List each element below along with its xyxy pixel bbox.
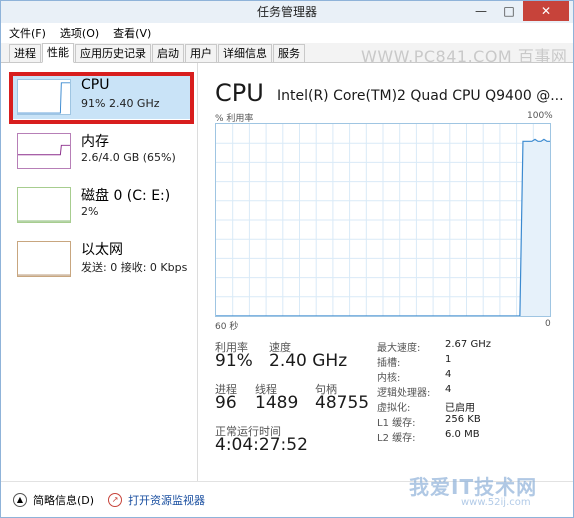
watermark-bottom-right: 我爱IT技术网 <box>409 475 538 499</box>
cpu-heading: CPU <box>215 79 264 107</box>
cpu-detail-panel: CPU Intel(R) Core(TM)2 Quad CPU Q9400 @.… <box>199 63 573 481</box>
spec-value: 6.0 MB <box>445 429 480 440</box>
minimize-button[interactable]: — <box>467 1 495 21</box>
spec-value: 已启用 <box>445 403 475 414</box>
tab-startup[interactable]: 启动 <box>152 44 184 62</box>
spec-label: 最大速度: <box>377 343 421 354</box>
spec-label: L1 缓存: <box>377 418 416 429</box>
menu-bar: 文件(F) 选项(O) 查看(V) <box>1 23 573 43</box>
utilization-value: 91% <box>215 351 253 371</box>
maximize-button[interactable]: □ <box>495 1 523 21</box>
fewer-details-label: 简略信息(D) <box>33 493 95 507</box>
resource-name: 磁盘 0 (C: E:) <box>81 188 171 204</box>
tab-app-history[interactable]: 应用历史记录 <box>75 44 151 62</box>
window-title: 任务管理器 <box>256 5 317 19</box>
spec-label: L2 缓存: <box>377 433 416 444</box>
tab-processes[interactable]: 进程 <box>9 44 41 62</box>
resource-value: 2.6/4.0 GB (65%) <box>81 151 176 164</box>
menu-view[interactable]: 查看(V) <box>113 25 151 41</box>
fewer-details-button[interactable]: ▲ 简略信息(D) <box>13 492 94 508</box>
resource-monitor-label: 打开资源监视器 <box>128 493 206 507</box>
spec-label: 逻辑处理器: <box>377 388 431 399</box>
resource-name: 内存 <box>81 134 109 150</box>
memory-thumbnail <box>17 133 71 169</box>
spec-value: 2.67 GHz <box>445 339 491 350</box>
handles-value: 48755 <box>315 393 370 413</box>
task-manager-window: 任务管理器 — □ ✕ 文件(F) 选项(O) 查看(V) 进程 性能 应用历史… <box>0 0 574 518</box>
max-axis-label: 100% <box>527 111 553 121</box>
watermark-bottom-right-url: www.52ij.com <box>461 497 531 508</box>
close-button[interactable]: ✕ <box>523 1 569 21</box>
uptime-value: 4:04:27:52 <box>215 435 308 455</box>
resource-monitor-icon: ↗ <box>108 492 123 507</box>
spec-label: 内核: <box>377 373 401 384</box>
cpu-model: Intel(R) Core(TM)2 Quad CPU Q9400 @... <box>277 88 564 104</box>
spec-value: 256 KB <box>445 414 481 425</box>
spec-value: 1 <box>445 354 452 365</box>
spec-value: 4 <box>445 384 452 395</box>
resource-value: 2% <box>81 205 99 218</box>
open-resource-monitor-link[interactable]: ↗ 打开资源监视器 <box>108 492 205 508</box>
spec-value: 4 <box>445 369 452 380</box>
min-axis-label: 0 <box>545 319 551 329</box>
spec-label: 虚拟化: <box>377 403 411 414</box>
resource-item-memory[interactable]: 内存 2.6/4.0 GB (65%) <box>13 129 193 173</box>
title-bar[interactable]: 任务管理器 — □ ✕ <box>1 1 573 23</box>
highlight-box <box>9 72 194 124</box>
spec-label: 插槽: <box>377 358 401 369</box>
cpu-utilization-graph <box>215 123 551 317</box>
threads-value: 1489 <box>255 393 299 413</box>
resource-item-disk[interactable]: 磁盘 0 (C: E:) 2% <box>13 183 193 227</box>
resource-value: 发送: 0 接收: 0 Kbps <box>81 261 188 274</box>
menu-options[interactable]: 选项(O) <box>60 25 99 41</box>
resource-name: 以太网 <box>81 242 123 258</box>
disk-thumbnail <box>17 187 71 223</box>
chevron-up-icon: ▲ <box>13 492 27 507</box>
window-controls: — □ ✕ <box>467 1 569 21</box>
menu-file[interactable]: 文件(F) <box>9 25 46 41</box>
time-axis-label: 60 秒 <box>215 322 239 332</box>
speed-value: 2.40 GHz <box>269 351 348 371</box>
ethernet-thumbnail <box>17 241 71 277</box>
tab-users[interactable]: 用户 <box>185 44 217 62</box>
processes-value: 96 <box>215 393 237 413</box>
tab-performance[interactable]: 性能 <box>42 43 74 63</box>
tab-details[interactable]: 详细信息 <box>218 44 272 62</box>
resource-item-ethernet[interactable]: 以太网 发送: 0 接收: 0 Kbps <box>13 237 193 281</box>
tab-services[interactable]: 服务 <box>273 44 305 62</box>
resource-list: CPU 91% 2.40 GHz 内存 2.6/4.0 GB (65%) 磁盘 … <box>1 63 198 481</box>
